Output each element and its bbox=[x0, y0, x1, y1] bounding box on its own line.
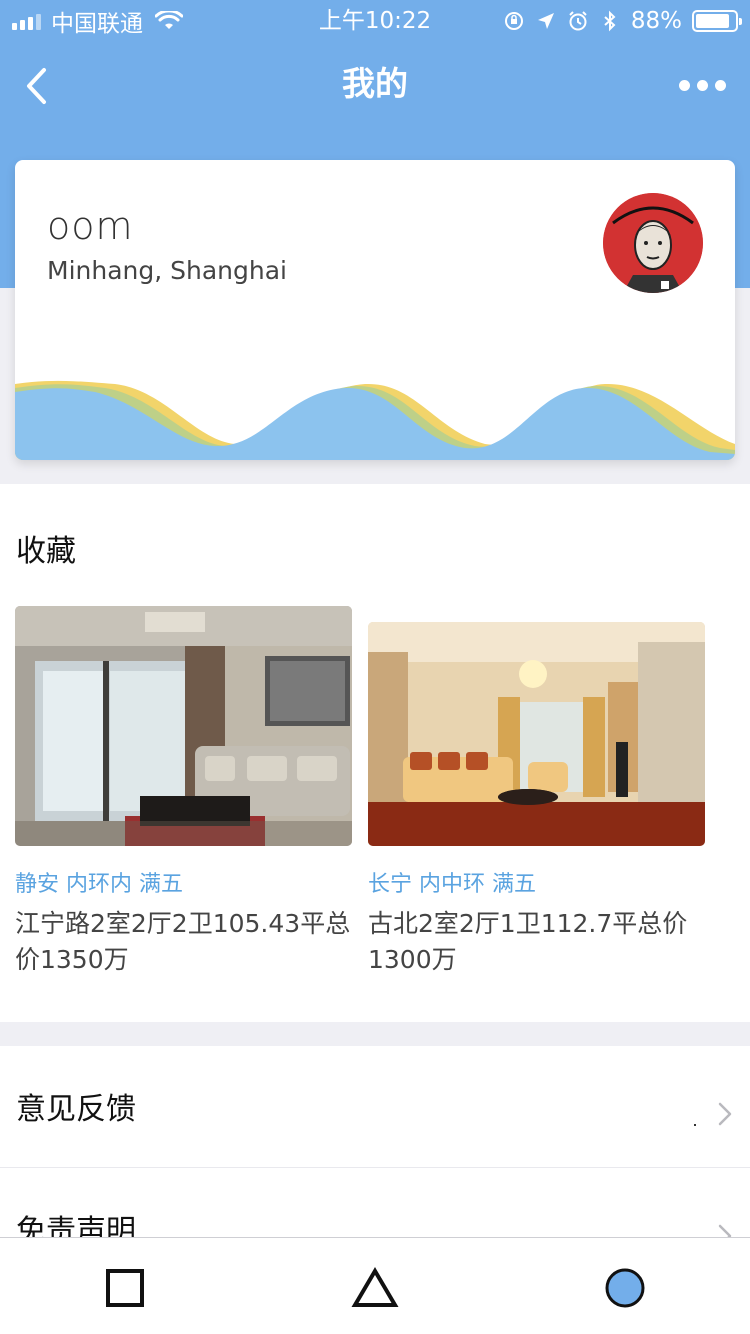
nav-bar: 我的 bbox=[0, 42, 750, 130]
circle-icon bbox=[605, 1268, 645, 1308]
user-location: Minhang, Shanghai bbox=[47, 256, 287, 285]
battery-fill bbox=[696, 14, 730, 28]
favorite-tags: 长宁 内中环 满五 bbox=[368, 872, 536, 897]
favorite-description: 江宁路2室2厅2卫105.43平总价1350万 bbox=[15, 909, 351, 974]
menu-item-label: 意见反馈 bbox=[16, 1092, 136, 1127]
apartment-photo-living-room bbox=[15, 606, 352, 846]
favorite-card[interactable]: 静安 内环内 满五 江宁路2室2厅2卫105.43平总价1350万 bbox=[15, 606, 355, 978]
alarm-icon bbox=[569, 11, 587, 31]
profile-card[interactable]: oom Minhang, Shanghai bbox=[15, 160, 735, 460]
favorite-card[interactable]: 长宁 内中环 满五 古北2室2厅1卫112.7平总价1300万 bbox=[368, 622, 708, 978]
status-right: 88% bbox=[503, 6, 742, 36]
decorative-wave bbox=[15, 380, 735, 460]
menu-item-dot bbox=[694, 1124, 696, 1126]
favorite-tags: 静安 内环内 满五 bbox=[15, 872, 183, 897]
apartment-photo bbox=[15, 606, 352, 846]
favorites-title: 收藏 bbox=[16, 534, 76, 569]
battery-percent: 88% bbox=[630, 8, 682, 34]
back-nav-button[interactable] bbox=[601, 1264, 649, 1312]
battery-icon bbox=[692, 10, 742, 32]
home-button[interactable] bbox=[351, 1264, 399, 1312]
recent-apps-button[interactable] bbox=[101, 1264, 149, 1312]
avatar-image bbox=[603, 193, 703, 293]
more-button[interactable] bbox=[674, 66, 730, 104]
status-bar: 中国联通 上午10:22 88% bbox=[0, 0, 750, 42]
square-icon bbox=[106, 1269, 144, 1307]
bottom-navigation bbox=[0, 1237, 750, 1334]
more-dots-icon bbox=[678, 79, 690, 91]
apartment-photo bbox=[368, 622, 705, 846]
battery-cap bbox=[739, 18, 742, 25]
bluetooth-icon bbox=[604, 10, 616, 32]
triangle-icon bbox=[351, 1267, 399, 1307]
avatar[interactable] bbox=[603, 193, 703, 293]
menu-item-feedback[interactable]: 意见反馈 bbox=[0, 1046, 750, 1168]
location-icon bbox=[537, 13, 554, 29]
username: oom bbox=[47, 204, 134, 248]
favorite-description: 古北2室2厅1卫112.7平总价1300万 bbox=[368, 909, 688, 974]
chevron-right-icon bbox=[718, 1102, 732, 1126]
page-title: 我的 bbox=[342, 64, 408, 103]
more-dots-icon bbox=[714, 79, 726, 91]
more-dots-icon bbox=[696, 79, 708, 91]
apartment-photo-sofa-room bbox=[368, 622, 705, 846]
orientation-lock-icon bbox=[504, 12, 523, 30]
favorites-section: 收藏 静安 内环内 满五 江宁路2室2厅2卫105.43平总价1350万 长宁 … bbox=[0, 484, 750, 1022]
